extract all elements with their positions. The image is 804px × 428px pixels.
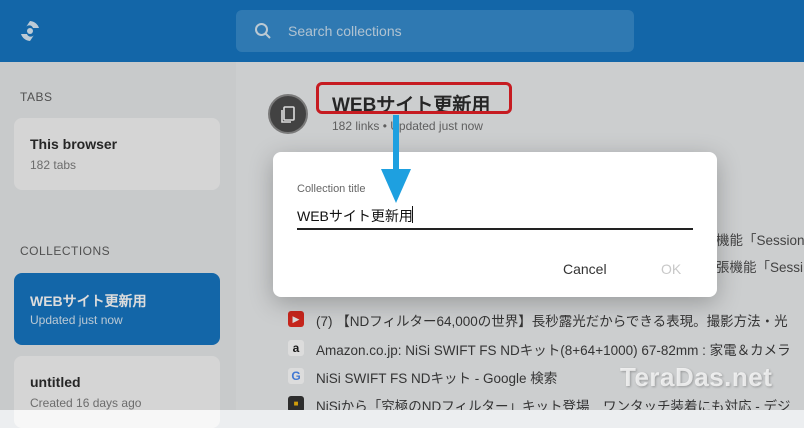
- collection-title-input[interactable]: [297, 204, 693, 230]
- cancel-button[interactable]: Cancel: [557, 257, 613, 281]
- collection-title-label: Collection title: [297, 183, 366, 195]
- watermark: TeraDas.net: [620, 362, 773, 392]
- annotation-arrow-icon: [381, 115, 411, 203]
- text-cursor: [412, 206, 413, 223]
- ok-button[interactable]: OK: [655, 257, 687, 281]
- rename-collection-dialog: Collection title Cancel OK: [273, 152, 717, 297]
